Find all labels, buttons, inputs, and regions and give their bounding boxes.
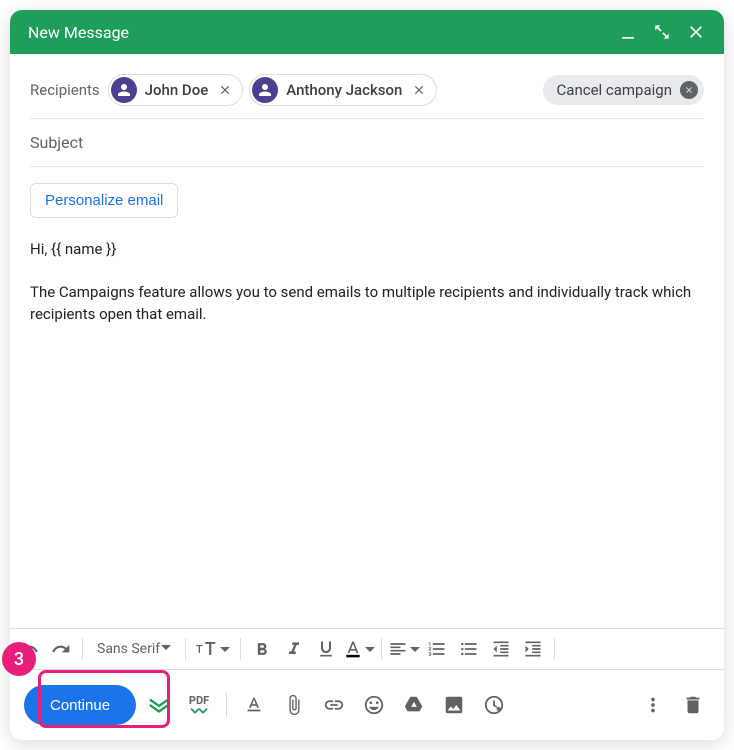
title-bar: New Message [10,10,724,54]
drive-icon[interactable] [397,688,431,722]
align-icon[interactable] [388,634,420,664]
italic-icon[interactable] [279,634,309,664]
discard-icon[interactable] [676,688,710,722]
formatting-options-icon[interactable] [237,688,271,722]
underline-icon[interactable] [311,634,341,664]
bullet-list-icon[interactable] [454,634,484,664]
text-color-icon[interactable] [343,634,375,664]
pdf-icon[interactable]: PDF [182,688,216,722]
callout-number: 3 [14,649,24,670]
cancel-campaign-button[interactable]: Cancel campaign [543,75,704,105]
font-size-button[interactable]: TT [192,634,234,664]
recipient-chip[interactable]: John Doe [108,74,244,106]
numbered-list-icon[interactable] [422,634,452,664]
more-options-icon[interactable] [636,688,670,722]
recipient-name: John Doe [145,81,209,99]
subject-placeholder: Subject [30,133,83,152]
compose-window: New Message Recipients John Doe [10,10,724,740]
font-family-select[interactable]: Sans Serif [89,634,179,664]
confidential-mode-icon[interactable] [477,688,511,722]
email-body[interactable]: Hi, {{ name }} The Campaigns feature all… [30,238,704,628]
recipient-chip[interactable]: Anthony Jackson [249,74,437,106]
font-name: Sans Serif [97,641,160,657]
window-title: New Message [28,23,129,42]
image-icon[interactable] [437,688,471,722]
chevron-down-icon [161,641,171,657]
callout-badge: 3 [2,642,36,676]
body-line: The Campaigns feature allows you to send… [30,281,704,326]
formatting-toolbar: Sans Serif TT [10,628,724,670]
minimize-icon[interactable] [618,22,638,42]
avatar-icon [111,77,137,103]
attach-icon[interactable] [277,688,311,722]
remove-recipient-icon[interactable] [216,81,234,99]
cancel-campaign-x-icon[interactable] [680,81,698,99]
recipients-label: Recipients [30,81,100,99]
redo-icon[interactable] [46,634,76,664]
close-icon[interactable] [686,22,706,42]
indent-decrease-icon[interactable] [486,634,516,664]
emoji-icon[interactable] [357,688,391,722]
cancel-campaign-label: Cancel campaign [557,81,672,99]
chevron-down-icon [365,640,375,659]
callout-highlight [38,670,170,728]
chevron-down-icon [410,640,420,659]
bold-icon[interactable] [247,634,277,664]
remove-recipient-icon[interactable] [410,81,428,99]
indent-increase-icon[interactable] [518,634,548,664]
recipient-name: Anthony Jackson [286,81,402,99]
recipients-row: Recipients John Doe Anthony Jackson [30,68,704,119]
chevron-down-icon [220,640,230,659]
body-line: Hi, {{ name }} [30,238,704,261]
subject-field[interactable]: Subject [30,119,704,167]
personalize-email-button[interactable]: Personalize email [30,183,178,218]
avatar-icon [252,77,278,103]
link-icon[interactable] [317,688,351,722]
expand-icon[interactable] [652,22,672,42]
